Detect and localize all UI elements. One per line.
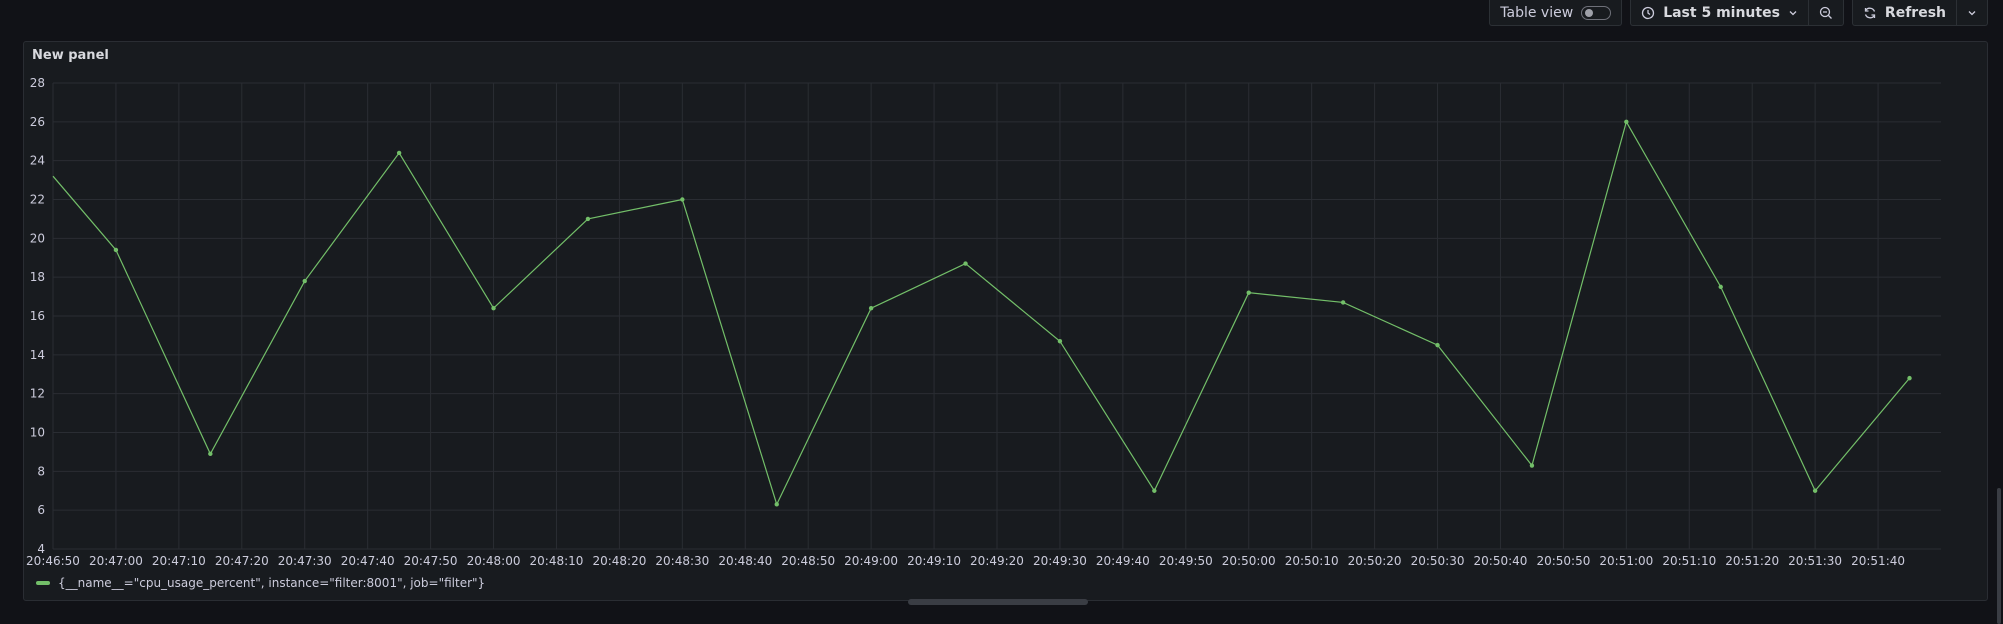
x-tick-label: 20:50:30 bbox=[1411, 554, 1465, 568]
time-series-panel: New panel 4 6 8 10 12 14 16 18 20 22 24 26 28 20:46:5… bbox=[23, 41, 1988, 601]
data-point bbox=[680, 197, 685, 202]
data-point bbox=[1529, 463, 1535, 468]
zoom-out-icon bbox=[1819, 6, 1833, 20]
time-series-chart[interactable]: 4681012141618202224262820:46:50 20:47:00 2… bbox=[24, 42, 1989, 572]
data-point bbox=[1057, 339, 1063, 344]
data-point bbox=[491, 306, 496, 311]
data-point bbox=[774, 502, 779, 507]
y-tick-label: 22 bbox=[30, 193, 45, 207]
x-tick-label: 20:48:30 bbox=[655, 554, 709, 568]
data-point bbox=[1812, 488, 1818, 493]
x-tick-label: 20:50:20 bbox=[1348, 554, 1402, 568]
y-tick-label: 14 bbox=[30, 348, 45, 362]
zoom-out-button[interactable] bbox=[1807, 0, 1843, 25]
x-tick-label: 20:48:40 bbox=[718, 554, 772, 568]
refresh-label: Refresh bbox=[1884, 4, 1946, 21]
data-point bbox=[208, 451, 213, 457]
vertical-scrollbar[interactable] bbox=[1997, 488, 2001, 624]
legend-swatch bbox=[36, 581, 50, 585]
x-tick-label: 20:51:30 bbox=[1788, 554, 1842, 568]
legend-label[interactable]: {__name__="cpu_usage_percent", instance=… bbox=[58, 576, 485, 590]
y-tick-label: 8 bbox=[37, 464, 45, 478]
data-point bbox=[1718, 284, 1723, 290]
legend: {__name__="cpu_usage_percent", instance=… bbox=[36, 576, 485, 590]
x-tick-label: 20:47:50 bbox=[404, 554, 458, 568]
x-tick-label: 20:50:50 bbox=[1536, 554, 1590, 568]
x-tick-label: 20:50:10 bbox=[1285, 554, 1339, 568]
y-tick-label: 10 bbox=[30, 426, 45, 440]
time-range-picker[interactable]: Last 5 minutes bbox=[1631, 0, 1808, 25]
y-tick-label: 6 bbox=[37, 503, 45, 517]
x-tick-label: 20:48:50 bbox=[781, 554, 835, 568]
table-view-toggle-group[interactable]: Table view bbox=[1489, 0, 1623, 26]
refresh-group: Refresh bbox=[1851, 0, 1988, 26]
x-tick-label: 20:49:40 bbox=[1096, 554, 1150, 568]
x-tick-label: 20:51:00 bbox=[1599, 554, 1653, 568]
table-view-switch[interactable] bbox=[1581, 5, 1612, 20]
y-tick-label: 18 bbox=[30, 270, 45, 284]
y-tick-label: 24 bbox=[30, 154, 45, 168]
clock-icon bbox=[1641, 6, 1655, 20]
x-tick-label: 20:49:10 bbox=[907, 554, 961, 568]
table-view-label: Table view bbox=[1500, 4, 1574, 21]
x-tick-label: 20:47:20 bbox=[215, 554, 269, 568]
x-tick-label: 20:47:10 bbox=[152, 554, 206, 568]
x-tick-label: 20:48:10 bbox=[530, 554, 584, 568]
refresh-interval-dropdown[interactable] bbox=[1956, 0, 1987, 25]
data-point bbox=[1435, 342, 1440, 348]
data-point bbox=[1246, 290, 1251, 295]
data-point bbox=[963, 261, 968, 266]
dashboard-toolbar: Table view Last 5 minutes Refresh bbox=[1489, 0, 1988, 26]
x-tick-label: 20:49:30 bbox=[1033, 554, 1087, 568]
x-tick-label: 20:48:00 bbox=[467, 554, 521, 568]
x-tick-label: 20:48:20 bbox=[592, 554, 646, 568]
x-tick-label: 20:49:00 bbox=[844, 554, 898, 568]
y-tick-label: 16 bbox=[30, 309, 45, 323]
data-point bbox=[1907, 375, 1912, 381]
x-tick-label: 20:47:30 bbox=[278, 554, 332, 568]
x-tick-label: 20:51:40 bbox=[1851, 554, 1905, 568]
refresh-icon bbox=[1863, 6, 1877, 20]
x-tick-label: 20:50:40 bbox=[1474, 554, 1528, 568]
chevron-down-icon bbox=[1788, 8, 1798, 18]
data-point bbox=[1624, 119, 1629, 125]
data-point bbox=[302, 278, 307, 284]
y-tick-label: 20 bbox=[30, 231, 45, 245]
data-point bbox=[396, 150, 402, 156]
x-tick-label: 20:49:50 bbox=[1159, 554, 1213, 568]
series-line bbox=[52, 120, 1910, 506]
time-range-label: Last 5 minutes bbox=[1663, 4, 1780, 21]
x-tick-label: 20:47:00 bbox=[89, 554, 143, 568]
y-tick-label: 26 bbox=[30, 115, 45, 129]
y-tick-label: 12 bbox=[30, 387, 45, 401]
x-tick-label: 20:51:20 bbox=[1725, 554, 1779, 568]
data-point bbox=[1340, 300, 1346, 305]
horizontal-scrollbar[interactable] bbox=[908, 599, 1088, 605]
x-tick-label: 20:50:00 bbox=[1222, 554, 1276, 568]
x-tick-label: 20:51:10 bbox=[1662, 554, 1716, 568]
data-point bbox=[113, 247, 119, 253]
x-tick-label: 20:47:40 bbox=[341, 554, 395, 568]
x-tick-label: 20:49:20 bbox=[970, 554, 1024, 568]
x-tick-label: 20:46:50 bbox=[26, 554, 80, 568]
data-point bbox=[1152, 488, 1157, 493]
chevron-down-icon bbox=[1967, 8, 1977, 18]
y-tick-label: 28 bbox=[30, 76, 45, 90]
switch-knob bbox=[1585, 8, 1594, 17]
data-point bbox=[585, 216, 591, 222]
data-point bbox=[868, 306, 874, 311]
refresh-button[interactable]: Refresh bbox=[1853, 0, 1956, 25]
time-picker-group: Last 5 minutes bbox=[1630, 0, 1844, 26]
